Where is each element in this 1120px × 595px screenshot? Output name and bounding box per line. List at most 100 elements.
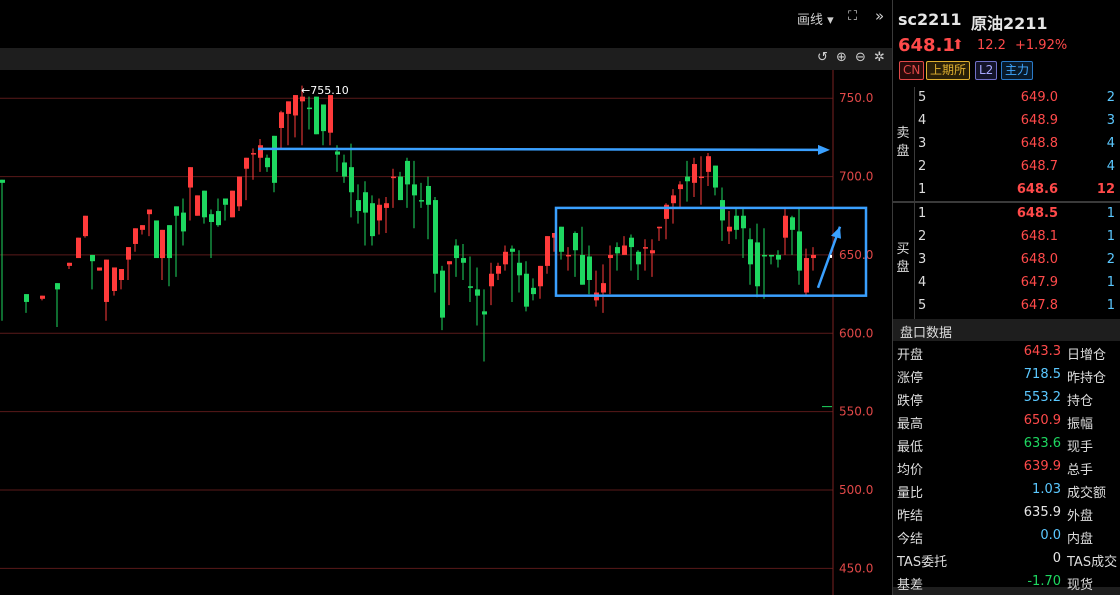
ask-row[interactable]: 5 649.0 2 [915, 87, 1120, 110]
zoom-in-icon[interactable]: ⊕ [836, 50, 847, 65]
trend-line-arrowhead [818, 144, 830, 155]
collapse-panel-icon[interactable]: » [875, 7, 884, 25]
candle-body [265, 157, 270, 168]
candle-body [24, 294, 29, 302]
stats-row: 基差 -1.70 现货 [893, 571, 1120, 594]
stats-label-secondary: 外盘 [1067, 509, 1094, 524]
settings-icon[interactable]: ✲ [874, 50, 885, 65]
candle-body [475, 289, 480, 296]
candle-body [272, 135, 277, 183]
bid-row[interactable]: 3 648.0 2 [915, 249, 1120, 272]
candle-body [209, 214, 214, 223]
candle-body [503, 251, 508, 265]
candle-body [797, 231, 802, 271]
stats-row: 量比 1.03 成交额 [893, 479, 1120, 502]
candle-body [531, 287, 536, 295]
ask-level: 1 [918, 182, 927, 197]
ask-qty: 12 [1096, 182, 1115, 197]
stats-row: 开盘 643.3 日增仓 [893, 341, 1120, 364]
candle-body [608, 254, 613, 259]
bid-level: 1 [918, 206, 927, 221]
chart-panel[interactable]: 画线 ▾ ⛶ » ↺ ⊕ ⊖ ✲ 750.0 700.0 650.0 600.0 550… [0, 0, 892, 595]
candle-body [279, 112, 284, 128]
candle-body [524, 273, 529, 307]
stats-label: 基差 [897, 578, 924, 593]
stats-label-secondary: 日增仓 [1067, 348, 1107, 363]
bid-level: 5 [918, 298, 927, 313]
stats-value: 718.5 [1023, 367, 1061, 382]
bid-row[interactable]: 1 648.5 1 [915, 203, 1120, 226]
stats-label: 最高 [897, 417, 924, 432]
badge-exchange: 上期所 [926, 61, 971, 80]
candle-body [104, 259, 109, 302]
badge-l2[interactable]: L2 [975, 61, 998, 80]
candle-body [237, 176, 242, 207]
bid-qty: 1 [1106, 275, 1115, 290]
y-tick-label: 650.0 [839, 248, 873, 262]
candle-body [489, 273, 494, 287]
candle-body [342, 162, 347, 177]
candle-body [426, 185, 431, 205]
candle-body [601, 283, 606, 293]
stats-label: 均价 [897, 463, 924, 478]
candle-body [307, 107, 312, 110]
bid-row[interactable]: 5 647.8 1 [915, 295, 1120, 318]
candle-body [804, 258, 809, 293]
candle-body [154, 220, 159, 259]
ask-row[interactable]: 4 648.9 3 [915, 110, 1120, 133]
stats-label: 跌停 [897, 394, 924, 409]
bid-qty: 2 [1106, 252, 1115, 267]
candle-body [587, 256, 592, 280]
y-tick-label: 750.0 [839, 91, 873, 105]
stats-label: 涨停 [897, 371, 924, 386]
candle-body [167, 225, 172, 259]
candle-body [727, 226, 732, 232]
candle-body [650, 250, 655, 254]
candle-body [97, 267, 102, 271]
stats-row: 最高 650.9 振幅 [893, 410, 1120, 433]
bid-row[interactable]: 2 648.1 1 [915, 226, 1120, 249]
candle-body [769, 254, 774, 257]
y-tick-label: 600.0 [839, 326, 873, 340]
candle-body [384, 203, 389, 208]
ask-row[interactable]: 1 648.6 12 [915, 179, 1120, 202]
draw-line-menu[interactable]: 画线 ▾ [797, 9, 834, 28]
candle-body [147, 209, 152, 215]
zoom-out-icon[interactable]: ⊖ [855, 50, 866, 65]
bid-row[interactable]: 4 647.9 1 [915, 272, 1120, 295]
stats-label-secondary: 成交额 [1067, 486, 1107, 501]
candle-body [545, 236, 550, 266]
ask-qty: 4 [1106, 136, 1115, 151]
candle-body [286, 101, 291, 114]
candle-body [140, 225, 145, 230]
stats-value: -1.70 [1027, 574, 1061, 589]
candle-body [160, 229, 165, 259]
ask-row[interactable]: 3 648.8 4 [915, 133, 1120, 156]
candle-body [405, 160, 410, 185]
candle-body [181, 212, 186, 232]
candlestick-chart[interactable]: 750.0 700.0 650.0 600.0 550.0 500.0 450.0 ←755.… [0, 70, 892, 595]
undo-icon[interactable]: ↺ [817, 50, 828, 65]
stats-row: 今结 0.0 内盘 [893, 525, 1120, 548]
candle-body [748, 239, 753, 265]
contract-name: 原油2211 [971, 14, 1048, 33]
stats-value: 639.9 [1023, 459, 1061, 474]
contract-symbol: sc2211 [898, 10, 962, 29]
y-tick-label: 450.0 [839, 561, 873, 575]
candle-body [0, 179, 5, 183]
candle-body [398, 176, 403, 201]
candle-body [349, 167, 354, 193]
stats-label: 量比 [897, 486, 924, 501]
candle-body [76, 237, 81, 259]
top-toolbar: 画线 ▾ ⛶ » [0, 0, 892, 34]
candle-body [119, 269, 124, 280]
candle-body [538, 265, 543, 287]
ask-row[interactable]: 2 648.7 4 [915, 156, 1120, 179]
candle-body [363, 192, 368, 213]
fullscreen-icon[interactable]: ⛶ [848, 9, 857, 24]
candle-body [559, 226, 564, 252]
last-price-marker [830, 254, 832, 258]
candle-body [713, 165, 718, 188]
candle-body [657, 226, 662, 229]
candle-body [482, 311, 487, 315]
